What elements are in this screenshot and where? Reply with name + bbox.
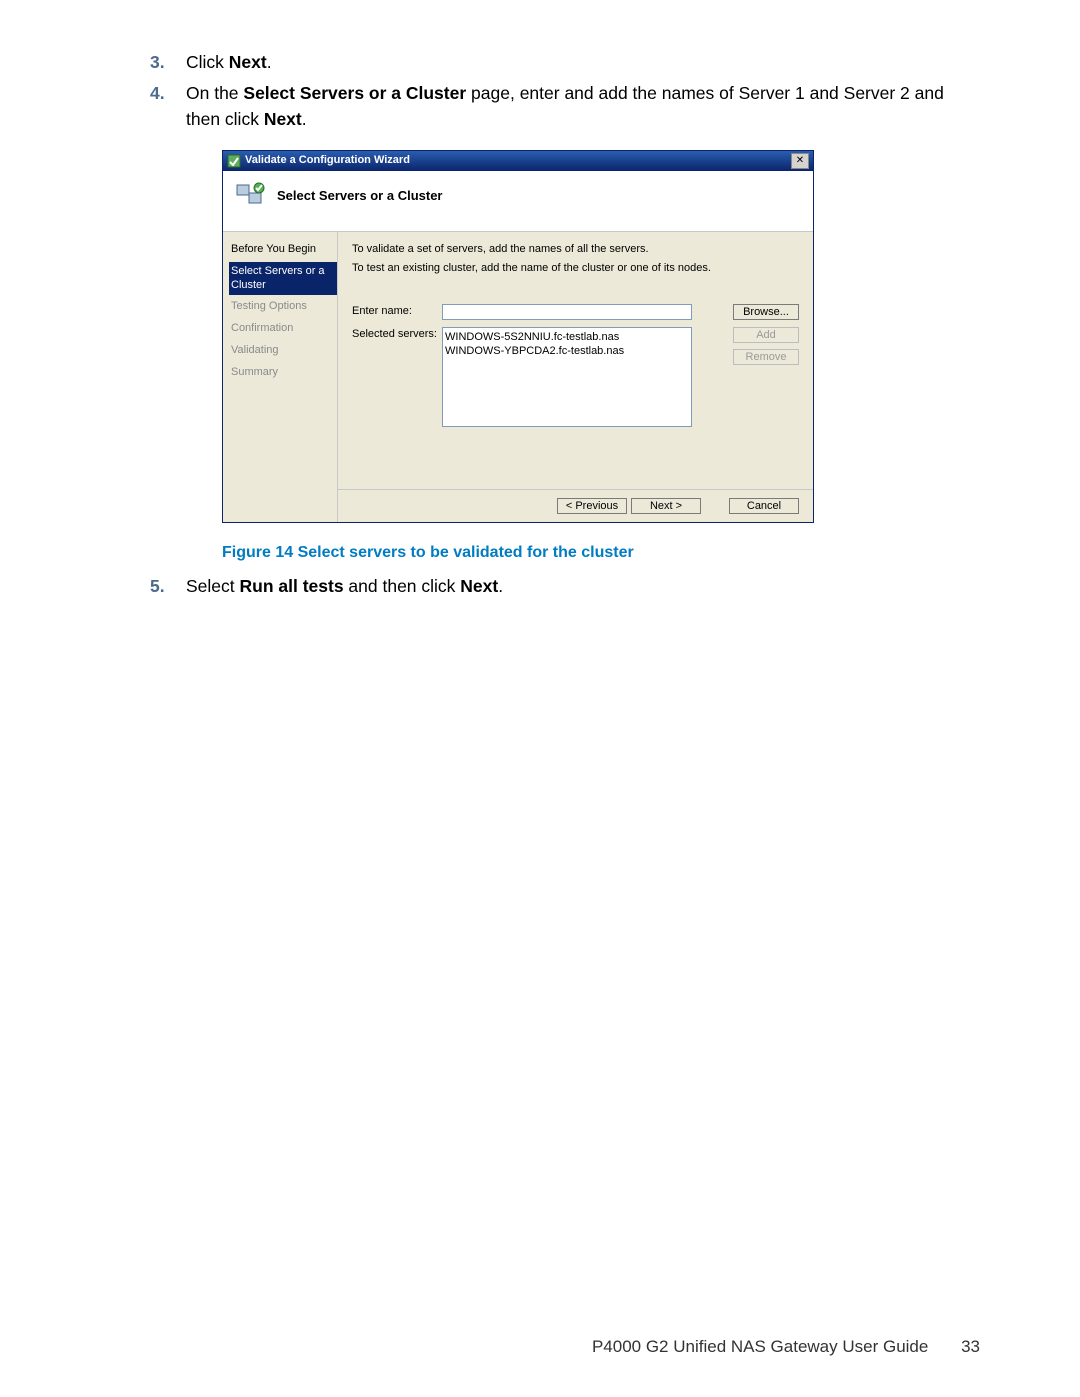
instruction-line-1: To validate a set of servers, add the na…	[352, 242, 799, 257]
previous-button[interactable]: < Previous	[557, 498, 627, 514]
footer-title: P4000 G2 Unified NAS Gateway User Guide	[592, 1337, 928, 1356]
remove-button: Remove	[733, 349, 799, 365]
cancel-button[interactable]: Cancel	[729, 498, 799, 514]
step-5: 5. Select Run all tests and then click N…	[150, 574, 980, 599]
wizard-header-title: Select Servers or a Cluster	[277, 187, 442, 206]
close-button[interactable]: ✕	[791, 153, 809, 169]
nav-testing-options: Testing Options	[229, 297, 337, 317]
list-item[interactable]: WINDOWS-5S2NNIU.fc-testlab.nas	[445, 330, 689, 344]
step-text: Select Run all tests and then click Next…	[186, 576, 503, 596]
window-title: Validate a Configuration Wizard	[245, 153, 791, 169]
next-button[interactable]: Next >	[631, 498, 701, 514]
wizard-step-icon	[233, 179, 267, 213]
step-3: 3. Click Next.	[150, 50, 980, 75]
enter-name-label: Enter name:	[352, 304, 442, 320]
app-icon	[227, 154, 241, 168]
titlebar: Validate a Configuration Wizard ✕	[223, 151, 813, 171]
nav-before-you-begin[interactable]: Before You Begin	[229, 240, 337, 260]
selected-servers-list[interactable]: WINDOWS-5S2NNIU.fc-testlab.nas WINDOWS-Y…	[442, 327, 692, 427]
step-number: 4.	[150, 81, 165, 106]
instruction-line-2: To test an existing cluster, add the nam…	[352, 261, 799, 276]
selected-servers-label: Selected servers:	[352, 327, 442, 343]
step-text: On the Select Servers or a Cluster page,…	[186, 83, 944, 128]
nav-validating: Validating	[229, 341, 337, 361]
nav-select-servers[interactable]: Select Servers or a Cluster	[229, 262, 337, 296]
step-4: 4. On the Select Servers or a Cluster pa…	[150, 81, 980, 564]
list-item[interactable]: WINDOWS-YBPCDA2.fc-testlab.nas	[445, 344, 689, 358]
step-number: 5.	[150, 574, 165, 599]
wizard-window: Validate a Configuration Wizard ✕	[222, 150, 814, 523]
step-text: Click Next.	[186, 52, 272, 72]
figure-caption: Figure 14 Select servers to be validated…	[222, 541, 980, 564]
close-icon: ✕	[796, 156, 804, 166]
nav-summary: Summary	[229, 363, 337, 383]
add-button: Add	[733, 327, 799, 343]
page-footer: P4000 G2 Unified NAS Gateway User Guide …	[592, 1337, 980, 1357]
wizard-header: Select Servers or a Cluster	[223, 171, 813, 232]
wizard-content: To validate a set of servers, add the na…	[338, 232, 813, 522]
enter-name-input[interactable]	[442, 304, 692, 320]
page-number: 33	[961, 1337, 980, 1356]
nav-confirmation: Confirmation	[229, 319, 337, 339]
browse-button[interactable]: Browse...	[733, 304, 799, 320]
step-number: 3.	[150, 50, 165, 75]
wizard-nav: Before You Begin Select Servers or a Clu…	[223, 232, 338, 522]
